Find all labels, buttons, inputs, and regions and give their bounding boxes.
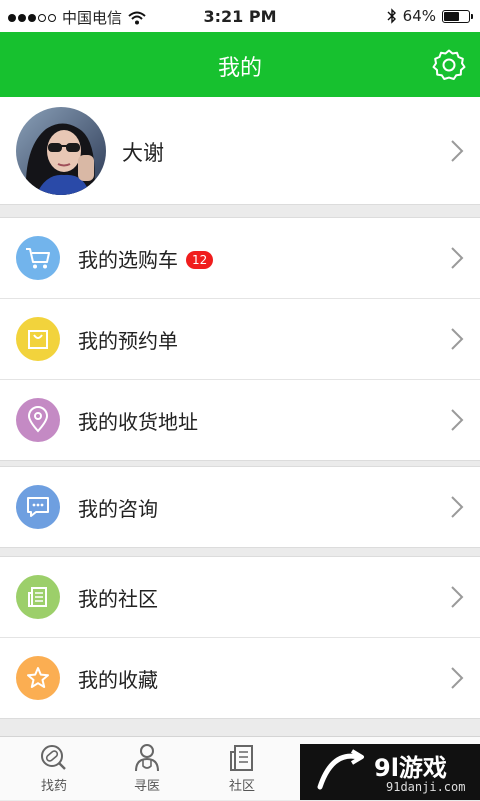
shopping-bag-icon	[16, 317, 60, 361]
menu-item-label: 我的收藏	[78, 668, 158, 692]
watermark-logo-text: 9l游戏	[374, 754, 447, 782]
menu-item-label: 我的收货地址	[78, 410, 198, 434]
bluetooth-icon	[387, 8, 396, 24]
menu-item-cart[interactable]: 我的选购车 12	[0, 218, 480, 298]
avatar[interactable]	[16, 107, 106, 195]
orders-group: 我的选购车 12 我的预约单 我的收货地址	[0, 217, 480, 461]
doctor-icon	[135, 744, 159, 772]
user-name: 大谢	[122, 141, 164, 165]
chevron-right-icon	[451, 586, 464, 608]
site-watermark: 9l游戏 91danji.com	[300, 744, 480, 800]
menu-item-community[interactable]: 我的社区	[0, 557, 480, 637]
menu-item-label: 我的咨询	[78, 497, 158, 521]
star-icon	[16, 656, 60, 700]
location-pin-icon	[16, 398, 60, 442]
pill-search-icon	[41, 745, 66, 770]
consult-group: 我的咨询	[0, 466, 480, 548]
tab-community[interactable]: 社区	[196, 737, 288, 801]
profile-row[interactable]: 大谢	[0, 97, 480, 205]
tab-label: 社区	[228, 779, 255, 794]
tab-find-medicine[interactable]: 找药	[8, 737, 100, 801]
battery-icon	[442, 9, 473, 23]
chevron-right-icon	[451, 247, 464, 269]
status-right: 64%	[387, 7, 473, 25]
tab-label: 找药	[40, 779, 67, 794]
menu-item-label: 我的选购车 12	[78, 244, 214, 273]
newspaper-icon	[230, 745, 253, 771]
chevron-right-icon	[451, 496, 464, 518]
menu-item-label: 我的社区	[78, 587, 158, 611]
nav-bar: 我的	[0, 32, 480, 97]
status-bar: 中国电信 3:21 PM 64%	[0, 0, 480, 32]
menu-item-address[interactable]: 我的收货地址	[0, 379, 480, 460]
newspaper-icon	[16, 575, 60, 619]
chevron-right-icon	[451, 328, 464, 350]
watermark-logo-icon	[317, 749, 364, 790]
chevron-right-icon	[451, 140, 464, 162]
menu-item-reservation[interactable]: 我的预约单	[0, 298, 480, 379]
cart-count-badge: 12	[186, 251, 214, 269]
cart-icon	[16, 236, 60, 280]
watermark-site-url: 91danji.com	[386, 780, 466, 794]
page-title: 我的	[217, 56, 262, 81]
menu-item-label: 我的预约单	[78, 329, 178, 353]
battery-percent: 64%	[402, 7, 436, 25]
tab-label: 寻医	[133, 779, 160, 794]
chat-bubble-icon	[16, 485, 60, 529]
tab-find-doctor[interactable]: 寻医	[101, 737, 193, 801]
social-group: 我的社区 我的收藏	[0, 556, 480, 719]
settings-gear-icon[interactable]	[432, 48, 466, 82]
menu-item-favorites[interactable]: 我的收藏	[0, 637, 480, 718]
chevron-right-icon	[451, 667, 464, 689]
menu-item-consult[interactable]: 我的咨询	[0, 467, 480, 547]
chevron-right-icon	[451, 409, 464, 431]
